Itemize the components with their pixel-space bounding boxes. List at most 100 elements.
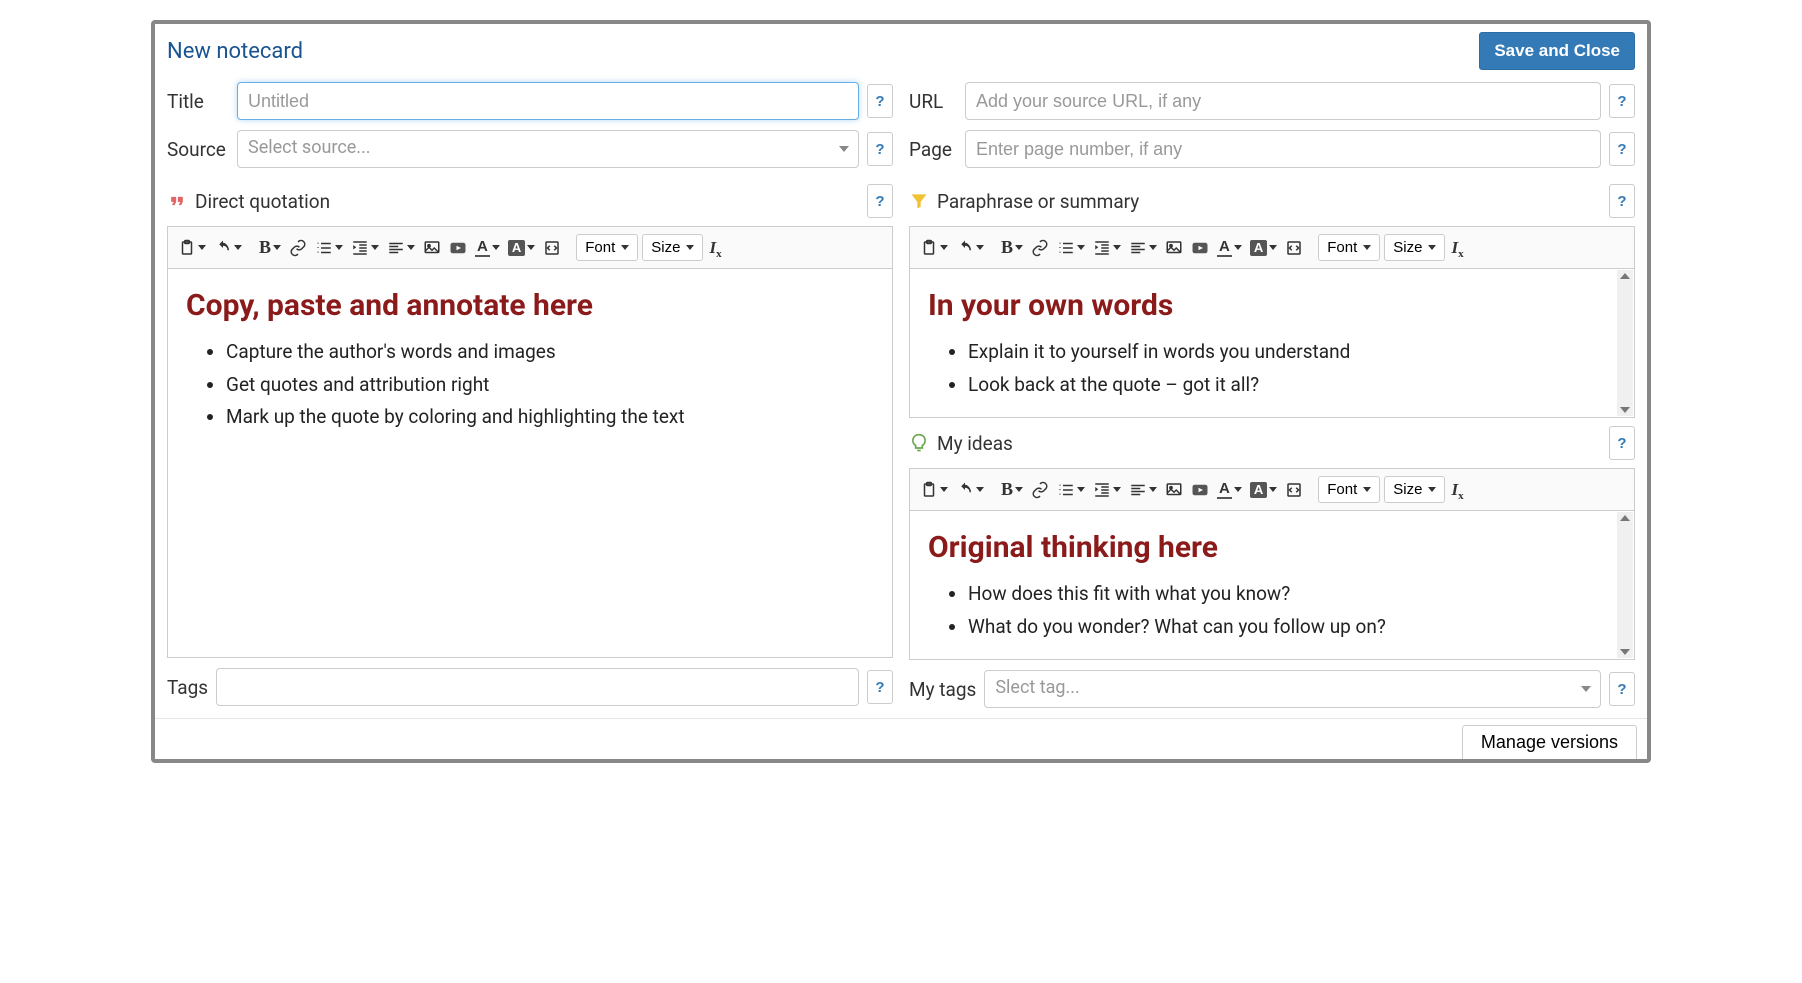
- indent-icon[interactable]: [1091, 235, 1123, 261]
- quotation-label: Direct quotation: [195, 190, 859, 213]
- editor-heading: Original thinking here: [928, 525, 1610, 570]
- url-input[interactable]: [965, 82, 1601, 120]
- help-icon[interactable]: ?: [1609, 184, 1635, 218]
- scroll-down-icon: [1620, 407, 1630, 413]
- tags-input[interactable]: [216, 668, 859, 706]
- paste-icon[interactable]: [176, 235, 208, 261]
- size-dropdown[interactable]: Size: [642, 234, 703, 261]
- size-dropdown[interactable]: Size: [1384, 234, 1445, 261]
- manage-versions-button[interactable]: Manage versions: [1462, 725, 1637, 759]
- clear-format-icon[interactable]: Ix: [1449, 476, 1465, 504]
- scroll-down-icon: [1620, 649, 1630, 655]
- ordered-list-icon[interactable]: [313, 235, 345, 261]
- image-icon[interactable]: [1163, 477, 1185, 503]
- help-icon[interactable]: ?: [867, 132, 893, 166]
- youtube-icon[interactable]: [1189, 235, 1211, 261]
- page-row: Page ?: [909, 130, 1635, 168]
- align-icon[interactable]: [385, 235, 417, 261]
- list-item: Mark up the quote by coloring and highli…: [226, 403, 874, 432]
- embed-icon[interactable]: [1283, 477, 1305, 503]
- editor-heading: Copy, paste and annotate here: [186, 283, 874, 328]
- modal-title: New notecard: [167, 39, 303, 64]
- youtube-icon[interactable]: [1189, 477, 1211, 503]
- align-icon[interactable]: [1127, 477, 1159, 503]
- embed-icon[interactable]: [1283, 235, 1305, 261]
- font-dropdown[interactable]: Font: [1318, 476, 1380, 503]
- paraphrase-label: Paraphrase or summary: [937, 190, 1601, 213]
- editor-list: Explain it to yourself in words you unde…: [928, 338, 1610, 399]
- highlight-color-icon[interactable]: A: [1248, 478, 1279, 502]
- source-label: Source: [167, 138, 229, 161]
- notecard-modal: New notecard Save and Close Title ? Sour…: [151, 20, 1651, 763]
- title-label: Title: [167, 90, 229, 113]
- page-input[interactable]: [965, 130, 1601, 168]
- font-label: Font: [1327, 239, 1357, 256]
- title-input[interactable]: [237, 82, 859, 120]
- scroll-up-icon: [1620, 273, 1630, 279]
- undo-icon[interactable]: [954, 477, 986, 503]
- right-column: URL ? Page ? Paraphrase or summary ?: [909, 82, 1635, 710]
- ordered-list-icon[interactable]: [1055, 477, 1087, 503]
- highlight-color-icon[interactable]: A: [506, 236, 537, 260]
- mytags-select[interactable]: Slect tag...: [984, 670, 1601, 708]
- help-icon[interactable]: ?: [1609, 84, 1635, 118]
- paraphrase-editor[interactable]: In your own words Explain it to yourself…: [909, 268, 1635, 418]
- undo-icon[interactable]: [212, 235, 244, 261]
- text-color-icon[interactable]: A: [473, 234, 502, 261]
- youtube-icon[interactable]: [447, 235, 469, 261]
- list-item: Get quotes and attribution right: [226, 371, 874, 400]
- paste-icon[interactable]: [918, 477, 950, 503]
- help-icon[interactable]: ?: [1609, 672, 1635, 706]
- ideas-editor[interactable]: Original thinking here How does this fit…: [909, 510, 1635, 660]
- source-select[interactable]: Select source...: [237, 130, 859, 168]
- font-dropdown[interactable]: Font: [1318, 234, 1380, 261]
- help-icon[interactable]: ?: [867, 670, 893, 704]
- font-label: Font: [585, 239, 615, 256]
- clear-format-icon[interactable]: Ix: [1449, 234, 1465, 262]
- ideas-label: My ideas: [937, 432, 1601, 455]
- undo-icon[interactable]: [954, 235, 986, 261]
- help-icon[interactable]: ?: [1609, 426, 1635, 460]
- link-icon[interactable]: [1029, 235, 1051, 261]
- indent-icon[interactable]: [349, 235, 381, 261]
- highlight-color-icon[interactable]: A: [1248, 236, 1279, 260]
- size-dropdown[interactable]: Size: [1384, 476, 1445, 503]
- ideas-toolbar: B A A Font Size Ix: [909, 468, 1635, 510]
- quotation-editor[interactable]: Copy, paste and annotate here Capture th…: [167, 268, 893, 658]
- bold-icon[interactable]: B: [999, 233, 1025, 262]
- ordered-list-icon[interactable]: [1055, 235, 1087, 261]
- quote-icon: [167, 191, 187, 211]
- link-icon[interactable]: [1029, 477, 1051, 503]
- help-icon[interactable]: ?: [1609, 132, 1635, 166]
- embed-icon[interactable]: [541, 235, 563, 261]
- bold-icon[interactable]: B: [999, 475, 1025, 504]
- lightbulb-icon: [909, 433, 929, 453]
- list-item: How does this fit with what you know?: [968, 580, 1610, 609]
- size-label: Size: [1393, 481, 1422, 498]
- link-icon[interactable]: [287, 235, 309, 261]
- tags-row: Tags ?: [167, 668, 893, 706]
- editor-list: How does this fit with what you know? Wh…: [928, 580, 1610, 641]
- chevron-down-icon: [839, 146, 849, 152]
- save-and-close-button[interactable]: Save and Close: [1479, 32, 1635, 70]
- clear-format-icon[interactable]: Ix: [707, 234, 723, 262]
- font-dropdown[interactable]: Font: [576, 234, 638, 261]
- scrollbar[interactable]: [1617, 512, 1633, 658]
- text-color-icon[interactable]: A: [1215, 234, 1244, 261]
- paste-icon[interactable]: [918, 235, 950, 261]
- scrollbar[interactable]: [1617, 270, 1633, 416]
- image-icon[interactable]: [421, 235, 443, 261]
- list-item: Capture the author's words and images: [226, 338, 874, 367]
- text-color-icon[interactable]: A: [1215, 476, 1244, 503]
- paraphrase-toolbar: B A A Font Size Ix: [909, 226, 1635, 268]
- help-icon[interactable]: ?: [867, 84, 893, 118]
- indent-icon[interactable]: [1091, 477, 1123, 503]
- title-row: Title ?: [167, 82, 893, 120]
- align-icon[interactable]: [1127, 235, 1159, 261]
- image-icon[interactable]: [1163, 235, 1185, 261]
- tags-label: Tags: [167, 676, 208, 699]
- ideas-header: My ideas ?: [909, 426, 1635, 460]
- bold-icon[interactable]: B: [257, 233, 283, 262]
- help-icon[interactable]: ?: [867, 184, 893, 218]
- modal-footer: Manage versions: [155, 718, 1647, 759]
